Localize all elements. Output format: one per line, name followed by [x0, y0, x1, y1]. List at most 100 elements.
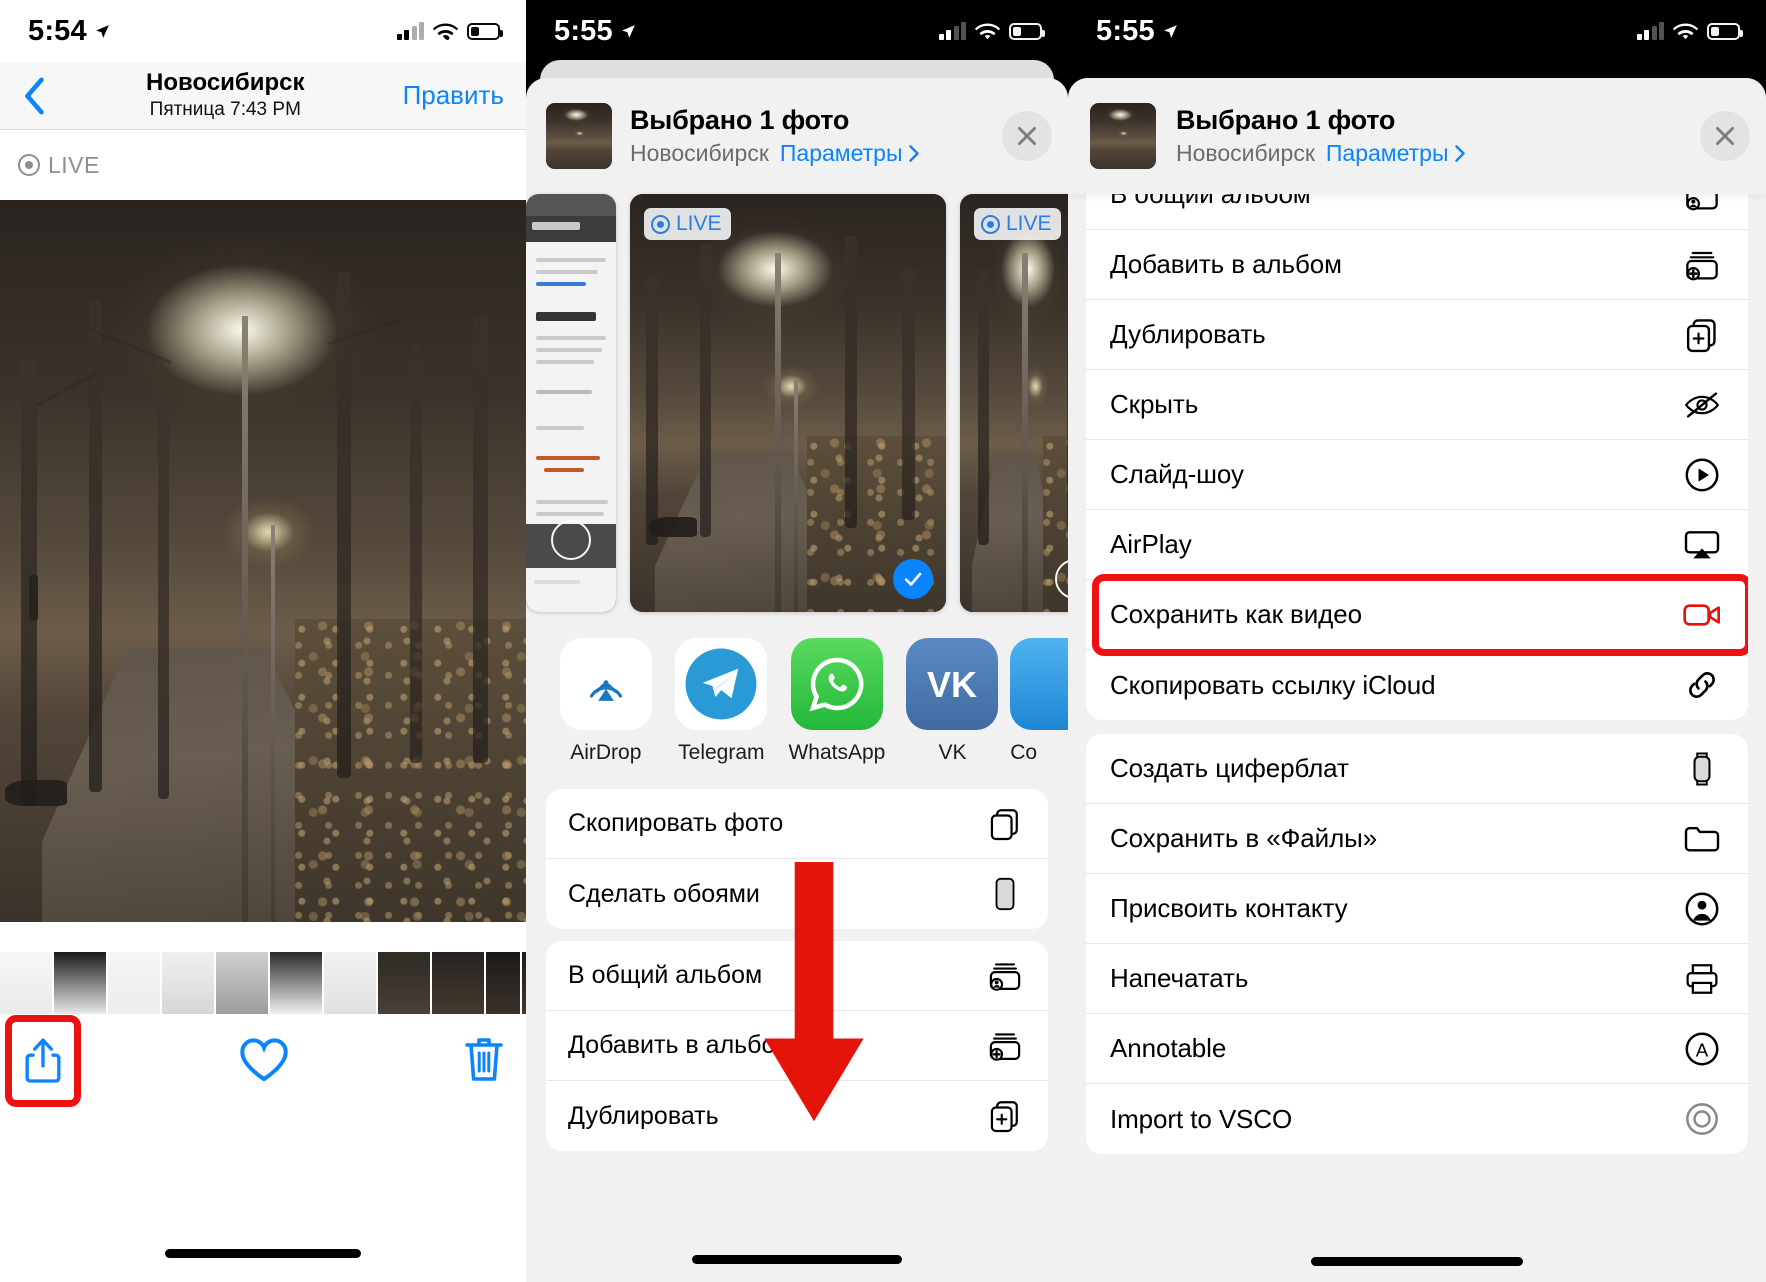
list-item[interactable]: LIVE — [630, 194, 946, 612]
duplicate-icon — [984, 1095, 1026, 1137]
list-item[interactable] — [526, 194, 616, 612]
menu-item-hide[interactable]: Скрыть — [1086, 370, 1748, 440]
status-time: 5:55 — [1096, 14, 1155, 47]
menu-item-label: Дублировать — [1110, 319, 1266, 349]
menu-item-airplay[interactable]: AirPlay — [1086, 510, 1748, 580]
live-badge[interactable]: LIVE — [18, 152, 100, 179]
share-target-airdrop[interactable]: AirDrop — [548, 638, 664, 765]
menu-item-import-to-vsco[interactable]: Import to VSCO — [1086, 1084, 1748, 1154]
share-target-partial[interactable]: Co — [1010, 638, 1068, 765]
person-silhouette — [28, 575, 38, 622]
menu-item-label: AirPlay — [1110, 529, 1192, 559]
link-icon — [1680, 663, 1724, 707]
action-label: В общий альбом — [568, 961, 763, 989]
share-header-text: Выбрано 1 фото Новосибирск Параметры — [630, 105, 984, 167]
action-label: Скопировать фото — [568, 809, 784, 837]
whatsapp-icon — [790, 638, 883, 730]
list-item[interactable]: LIVE — [960, 194, 1068, 612]
photo-selection-strip[interactable]: LIVE LIVE — [526, 194, 1068, 614]
dog-silhouette — [5, 780, 68, 807]
contact-circle-icon — [1680, 887, 1724, 931]
share-menu-sheet: Выбрано 1 фото Новосибирск Параметры В о… — [1068, 78, 1766, 1282]
status-indicators — [396, 22, 503, 41]
app-label: Telegram — [678, 741, 765, 764]
share-target-vk[interactable]: VK VK — [895, 638, 1011, 765]
share-button-highlight — [5, 1015, 81, 1107]
live-photo-icon — [981, 214, 1000, 234]
menu-item-label: Сохранить в «Файлы» — [1110, 823, 1378, 853]
folder-icon — [1680, 817, 1724, 861]
panel-share-menu-scrolled: 5:55 Выбрано 1 фото Новосибирск Параметр… — [1068, 0, 1766, 1282]
status-time-group: 5:54 — [28, 15, 111, 48]
action-label: Сделать обоями — [568, 879, 760, 908]
menu-item-label: Annotable — [1110, 1033, 1227, 1063]
menu-item-label: Скопировать ссылку iCloud — [1110, 669, 1436, 700]
svg-text:A: A — [1696, 1039, 1709, 1060]
app-label: WhatsApp — [788, 741, 886, 764]
printer-icon — [1680, 957, 1724, 1001]
photo-navigation-bar: Новосибирск Пятница 7:43 PM Править — [0, 62, 526, 130]
favorite-heart-icon[interactable] — [238, 1036, 290, 1084]
close-button[interactable] — [1700, 111, 1750, 161]
scroll-down-arrow — [764, 862, 864, 1122]
live-badge: LIVE — [644, 208, 731, 240]
share-header-text: Выбрано 1 фото Новосибирск Параметры — [1176, 105, 1680, 167]
status-indicators — [938, 22, 1045, 41]
edit-button[interactable]: Править — [403, 80, 504, 111]
home-indicator — [165, 1249, 361, 1258]
svg-text:VK: VK — [927, 664, 977, 705]
partial-app-icon — [1010, 638, 1068, 730]
app-label: AirDrop — [570, 741, 642, 764]
chevron-left-icon[interactable] — [22, 76, 48, 116]
options-label: Параметры — [1325, 140, 1449, 166]
status-indicators — [1636, 22, 1743, 41]
add-to-album-icon — [1680, 243, 1724, 287]
menu-item-assign-to-contact[interactable]: Присвоить контакту — [1086, 874, 1748, 944]
hero-photo[interactable] — [0, 200, 526, 922]
share-target-whatsapp[interactable]: WhatsApp — [779, 638, 895, 765]
checkmark-icon — [904, 572, 922, 586]
app-label: Co — [1010, 741, 1038, 764]
menu-item-label: Import to VSCO — [1110, 1103, 1293, 1134]
action-copy-photo[interactable]: Скопировать фото — [546, 789, 1048, 859]
live-photo-icon — [18, 154, 40, 176]
selection-circle[interactable] — [551, 520, 591, 560]
live-badge-label: LIVE — [48, 151, 100, 178]
share-sheet-header: Выбрано 1 фото Новосибирск Параметры — [1068, 78, 1766, 194]
menu-item-label: Присвоить контакту — [1110, 893, 1348, 923]
photo-filmstrip[interactable] — [0, 952, 526, 1014]
menu-group-1: В общий альбом Добавить в альбом Дублиро… — [1086, 160, 1748, 720]
battery-icon — [467, 22, 503, 40]
menu-item-add-to-album[interactable]: Добавить в альбом — [1086, 230, 1748, 300]
menu-item-annotable[interactable]: Annotable A — [1086, 1014, 1748, 1084]
share-sheet-subtitle: Новосибирск Параметры — [630, 140, 984, 167]
location-arrow-icon — [95, 24, 109, 38]
menu-item-slideshow[interactable]: Слайд-шоу — [1086, 440, 1748, 510]
selected-checkmark[interactable] — [893, 559, 933, 599]
live-badge: LIVE — [974, 208, 1061, 240]
share-target-telegram[interactable]: Telegram — [664, 638, 780, 765]
menu-item-save-as-video[interactable]: Сохранить как видео — [1086, 574, 1748, 656]
watch-face-icon — [1680, 747, 1724, 791]
menu-item-copy-icloud-link[interactable]: Скопировать ссылку iCloud — [1086, 650, 1748, 720]
menu-item-duplicate[interactable]: Дублировать — [1086, 300, 1748, 370]
menu-item-save-to-files[interactable]: Сохранить в «Файлы» — [1086, 804, 1748, 874]
menu-item-label: Скрыть — [1110, 389, 1199, 419]
options-button[interactable]: Параметры — [1326, 140, 1466, 167]
close-x-icon — [1018, 127, 1036, 145]
close-button[interactable] — [1002, 111, 1052, 161]
telegram-icon — [675, 638, 768, 730]
album-name: Новосибирск — [630, 140, 769, 166]
menu-item-create-watch-face[interactable]: Создать циферблат — [1086, 734, 1748, 804]
photo-date-subtitle: Пятница 7:43 PM — [149, 98, 301, 120]
home-indicator — [692, 1255, 902, 1264]
status-time: 5:54 — [28, 14, 87, 47]
airplay-icon — [1680, 523, 1724, 567]
share-app-row[interactable]: AirDrop Telegram WhatsApp VK VK Co — [526, 614, 1068, 777]
trash-icon[interactable] — [462, 1032, 506, 1086]
cellular-bars-icon — [396, 22, 424, 40]
menu-item-print[interactable]: Напечатать — [1086, 944, 1748, 1014]
options-button[interactable]: Параметры — [780, 140, 920, 167]
share-sheet-title: Выбрано 1 фото — [630, 105, 850, 135]
share-sheet-subtitle: Новосибирск Параметры — [1176, 140, 1680, 167]
